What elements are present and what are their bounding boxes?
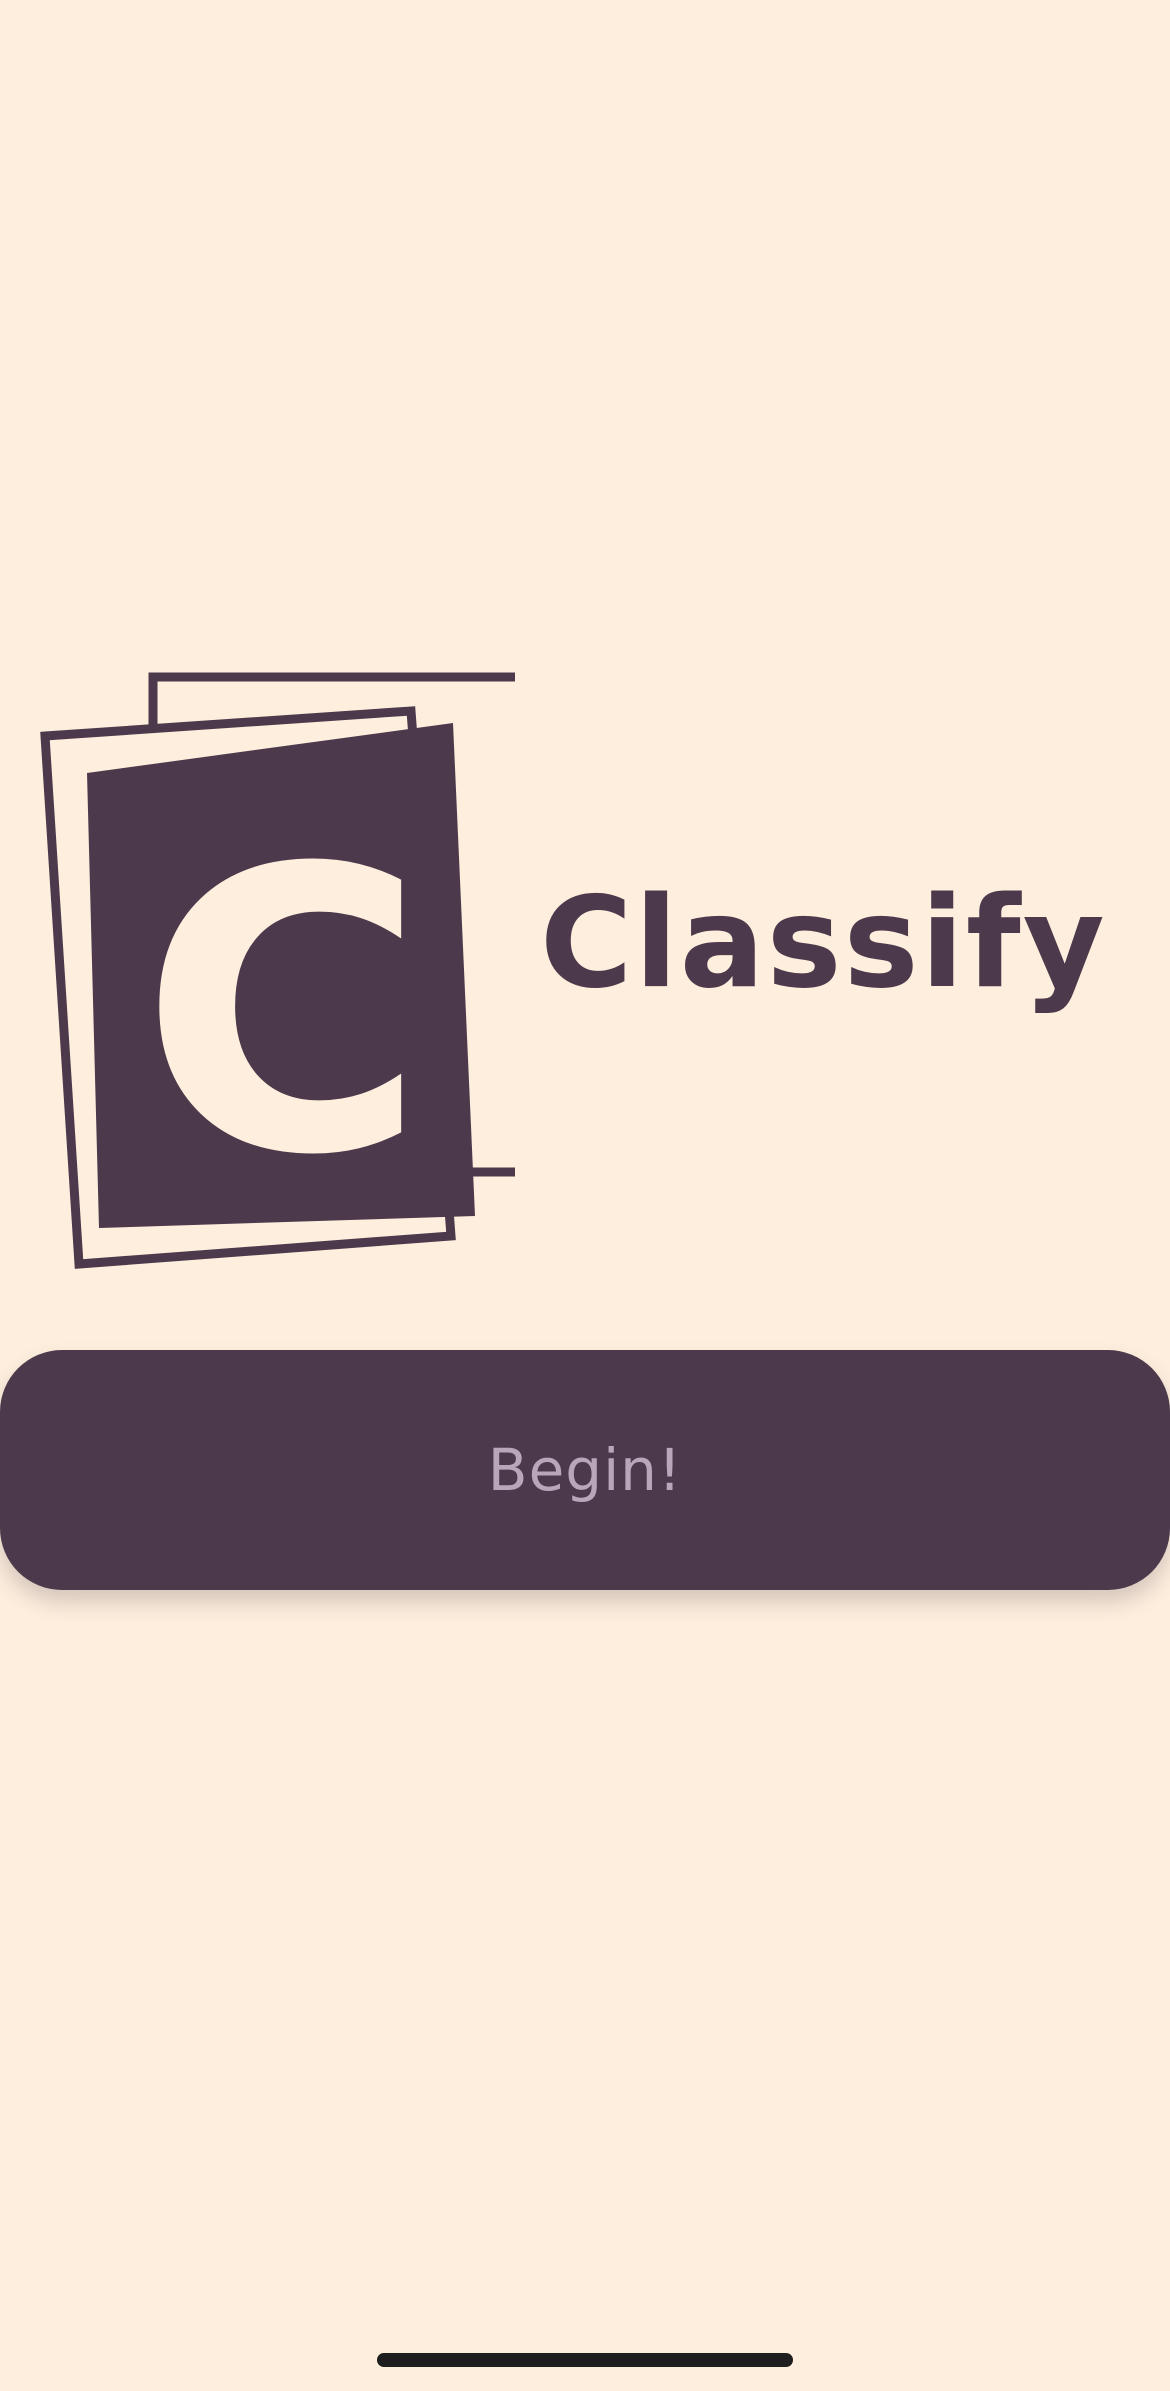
logo-letter: C — [140, 786, 426, 1240]
stacked-cards-logo-icon: C — [40, 672, 515, 1269]
welcome-screen: C Classify Begin! — [0, 0, 1170, 2391]
home-indicator[interactable] — [377, 2353, 793, 2367]
begin-button-label: Begin! — [487, 1436, 683, 1504]
begin-button[interactable]: Begin! — [0, 1350, 1170, 1590]
app-name: Classify — [540, 869, 1107, 1016]
